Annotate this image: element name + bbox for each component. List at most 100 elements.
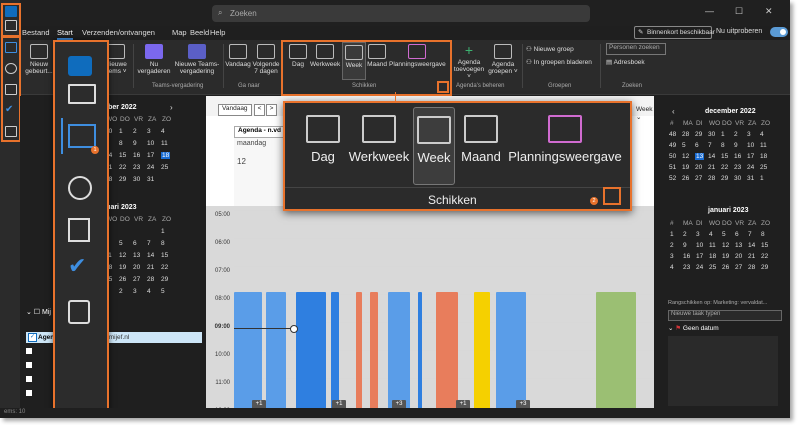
tasks-icon[interactable] (68, 218, 90, 242)
mini-cal-day[interactable]: 7 (748, 231, 752, 238)
calendar-event[interactable] (331, 292, 339, 410)
mini-cal-day[interactable]: 26 (722, 264, 729, 271)
calendar-event[interactable] (418, 292, 422, 410)
mini-cal-day[interactable]: 28 (147, 276, 154, 283)
calendar-checkbox[interactable]: ✓ (28, 333, 37, 342)
mini-cal-day[interactable]: 9 (683, 242, 687, 249)
mini-cal-day[interactable]: 8 (761, 231, 765, 238)
people-icon[interactable] (68, 176, 92, 200)
mini-cal-day[interactable]: 7 (147, 240, 151, 247)
mini-cal-day[interactable]: 4 (670, 264, 674, 271)
menu-verzenden[interactable]: Verzenden/ontvangen (82, 28, 155, 37)
busy-button[interactable]: ✎ Binnenkort beschikbaar (634, 26, 715, 39)
menu-bestand[interactable]: Bestand (22, 28, 50, 37)
arrange-workweek-button[interactable]: Werkweek (347, 111, 411, 179)
mini-cal-day[interactable]: 29 (161, 276, 168, 283)
mini-cal-day[interactable]: 25 (709, 264, 716, 271)
mini-cal-day[interactable]: 26 (682, 175, 689, 182)
calendar-event[interactable] (370, 292, 378, 410)
prev-week-button[interactable]: < (254, 104, 265, 116)
mini-cal-day[interactable]: 18 (161, 152, 171, 159)
mini-cal-day[interactable]: 27 (695, 175, 702, 182)
calendar-groups-button[interactable]: Agenda groepen ˅ (488, 44, 518, 75)
mini-cal-day[interactable]: 3 (670, 253, 674, 260)
mini-cal-day[interactable]: 29 (761, 264, 768, 271)
next7-button[interactable]: Volgende 7 dagen (252, 44, 280, 75)
today-nav-button[interactable]: Vandaag (218, 104, 252, 116)
mini-cal-day[interactable]: 18 (760, 153, 767, 160)
mini-cal-day[interactable]: 1 (760, 175, 764, 182)
mini-cal-day[interactable]: 27 (133, 276, 140, 283)
mini-cal-day[interactable]: 14 (147, 252, 154, 259)
mini-cal-day[interactable]: 12 (119, 252, 126, 259)
mini-cal-day[interactable]: 11 (760, 142, 767, 149)
mini-cal-day[interactable]: 18 (709, 253, 716, 260)
calendar-checkbox[interactable] (26, 376, 32, 382)
mini-cal-day[interactable]: 17 (147, 152, 154, 159)
arrange-schedule-small[interactable]: Planningsweergave (389, 44, 446, 68)
mini-cal-day[interactable]: 13 (133, 252, 140, 259)
mini-cal-day[interactable]: 50 (669, 153, 676, 160)
calendar-event[interactable] (388, 292, 410, 410)
mini-cal-day[interactable]: 7 (708, 142, 712, 149)
mini-cal-day[interactable]: 4 (161, 128, 165, 135)
mini-cal-day[interactable]: 23 (133, 164, 140, 171)
calendar-event[interactable] (474, 292, 490, 410)
mini-cal-day[interactable]: 5 (119, 240, 123, 247)
today-button[interactable]: Vandaag (225, 44, 251, 68)
calendar-event[interactable] (296, 292, 326, 410)
mini-cal-day[interactable]: 28 (682, 131, 689, 138)
mini-cal-day[interactable]: 24 (696, 264, 703, 271)
arrange-month-small[interactable]: Maand (366, 44, 388, 68)
mini-cal-day[interactable]: 2 (133, 128, 137, 135)
mini-cal-day[interactable]: 49 (669, 142, 676, 149)
arrange-day-small[interactable]: Dag (288, 44, 308, 68)
mini-cal-day[interactable]: 11 (161, 140, 168, 147)
mini-cal-day[interactable]: 22 (761, 253, 768, 260)
add-calendar-button[interactable]: + Agenda toevoegen ˅ (452, 43, 486, 80)
mini-cal-day[interactable]: 25 (760, 164, 767, 171)
mini-cal-day[interactable]: 15 (161, 252, 168, 259)
mini-cal-day[interactable]: 3 (133, 288, 137, 295)
mini-cal-day[interactable]: 31 (147, 176, 154, 183)
new-event-button[interactable]: Nieuw gebeurt... (24, 44, 54, 75)
mini-cal-day[interactable]: 1 (721, 131, 725, 138)
menu-map[interactable]: Map (172, 28, 187, 37)
mini-cal-day[interactable]: 22 (721, 164, 728, 171)
mini-cal-day[interactable]: 5 (722, 231, 726, 238)
mail-icon[interactable] (68, 84, 96, 104)
mini-cal-day[interactable]: 4 (760, 131, 764, 138)
mini-cal-day[interactable]: 13 (695, 153, 705, 160)
calendar-event[interactable] (596, 292, 636, 410)
minimize-button[interactable]: — (705, 6, 714, 16)
mini-cal-day[interactable]: 4 (709, 231, 713, 238)
browse-groups-button[interactable]: ⚇ In groepen bladeren (526, 58, 592, 66)
address-book-button[interactable]: ▤ Adresboek (606, 58, 645, 66)
mini-cal-day[interactable]: 21 (147, 264, 154, 271)
arrange-launcher-icon[interactable] (437, 81, 449, 93)
mini-cal-day[interactable]: 26 (119, 276, 126, 283)
arrange-schedule-button[interactable]: Planningsweergave (507, 111, 623, 179)
mini-cal-day[interactable]: 13 (735, 242, 742, 249)
mini-cal-day[interactable]: 1 (119, 128, 123, 135)
mini-cal-day[interactable]: 21 (748, 253, 755, 260)
maximize-button[interactable]: ☐ (735, 6, 743, 17)
mini-cal-day[interactable]: 2 (119, 288, 123, 295)
mini-cal-day[interactable]: 15 (761, 242, 768, 249)
mini-cal-day[interactable]: 16 (683, 253, 690, 260)
mini-cal-day[interactable]: 2 (683, 231, 687, 238)
menu-start[interactable]: Start (57, 28, 73, 40)
mini-cal-day[interactable]: 14 (708, 153, 715, 160)
mini-cal-day[interactable]: 8 (119, 140, 123, 147)
people-search-input[interactable]: Personen zoeken (606, 43, 666, 55)
mini-cal-day[interactable]: 30 (133, 176, 140, 183)
mini-cal-day[interactable]: 16 (133, 152, 140, 159)
mini-cal-day[interactable]: 5 (161, 288, 165, 295)
mini-cal-day[interactable]: 48 (669, 131, 676, 138)
calendar-event[interactable] (234, 292, 262, 410)
mini-cal-day[interactable]: 8 (721, 142, 725, 149)
mini-cal-day[interactable]: 22 (119, 164, 126, 171)
mini-cal-day[interactable]: 10 (147, 140, 154, 147)
arrange-workweek-small[interactable]: Werkweek (310, 44, 340, 68)
mini-cal-day[interactable]: 20 (133, 264, 140, 271)
